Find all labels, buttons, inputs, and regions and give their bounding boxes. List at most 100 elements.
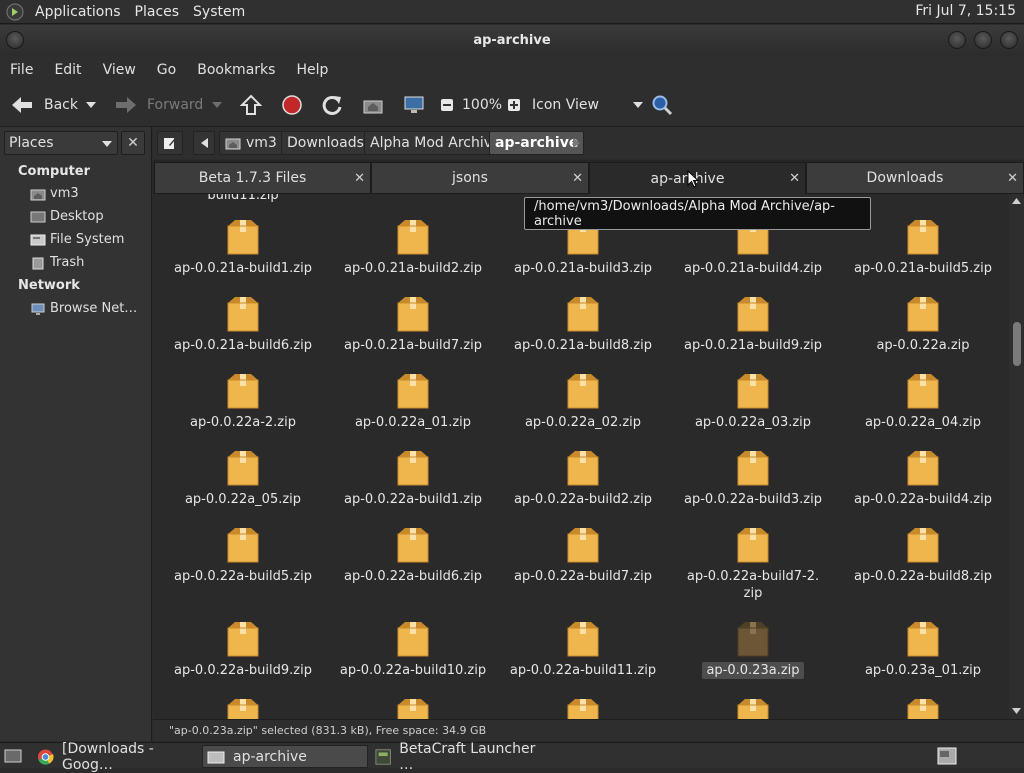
- scroll-up-arrow-icon[interactable]: [1012, 198, 1021, 204]
- crumb-alpha-mod-archive[interactable]: Alpha Mod Archive: [364, 131, 507, 155]
- tab-downloads[interactable]: Downloads ✕: [806, 162, 1024, 194]
- file-item[interactable]: ap-0.0.21a-build6.zip: [158, 295, 328, 354]
- gnome-foot-icon[interactable]: [6, 3, 24, 21]
- file-item-partial[interactable]: [838, 697, 1008, 719]
- file-item[interactable]: ap-0.0.23a_01.zip: [838, 620, 1008, 679]
- menu-bookmarks[interactable]: Bookmarks: [187, 62, 286, 78]
- clock[interactable]: Fri Jul 7, 15:15: [915, 3, 1016, 19]
- file-item[interactable]: ap-0.0.22a-build5.zip: [158, 526, 328, 585]
- taskbar-item-ap-archive[interactable]: ap-archive: [202, 745, 368, 768]
- maximize-button[interactable]: [974, 31, 992, 49]
- icon-view[interactable]: build11.zip ap-0.0.21a-build1.zip ap-0.0.…: [153, 194, 1009, 719]
- file-item[interactable]: ap-0.0.22a-build9.zip: [158, 620, 328, 679]
- workspace-switcher-icon[interactable]: [937, 747, 957, 765]
- scrollbar-thumb[interactable]: [1013, 322, 1021, 366]
- top-menu-places[interactable]: Places: [128, 4, 187, 20]
- file-item[interactable]: ap-0.0.22a-build8.zip: [838, 526, 1008, 585]
- file-item[interactable]: ap-0.0.22a_01.zip: [328, 372, 498, 431]
- file-item[interactable]: ap-0.0.22a-build1.zip: [328, 449, 498, 508]
- file-item-partial[interactable]: [668, 697, 838, 719]
- window-menu-button[interactable]: [6, 31, 24, 49]
- sidebar-item-vm3[interactable]: vm3: [30, 186, 79, 201]
- menu-view[interactable]: View: [93, 62, 147, 78]
- file-item[interactable]: ap-0.0.22a-build3.zip: [668, 449, 838, 508]
- archive-package-icon: [567, 528, 599, 563]
- file-item[interactable]: ap-0.0.22a-2.zip: [158, 372, 328, 431]
- zoom-in-button[interactable]: [507, 83, 521, 127]
- archive-package-icon: [737, 451, 769, 486]
- side-pane-select[interactable]: Places: [4, 131, 118, 155]
- reload-button[interactable]: [321, 83, 343, 127]
- computer-button[interactable]: [403, 83, 425, 127]
- close-window-button[interactable]: [1000, 31, 1018, 49]
- back-button[interactable]: Back: [10, 83, 78, 127]
- minimize-button[interactable]: [948, 31, 966, 49]
- path-scroll-left-button[interactable]: [193, 131, 215, 155]
- file-item-partial[interactable]: build11.zip: [158, 194, 328, 204]
- menu-go[interactable]: Go: [147, 62, 187, 78]
- view-mode-select[interactable]: Icon View: [532, 83, 643, 127]
- file-item-partial[interactable]: [498, 697, 668, 719]
- file-item[interactable]: ap-0.0.22a-build6.zip: [328, 526, 498, 585]
- chevron-down-icon: [86, 102, 96, 108]
- crumb-vm3[interactable]: vm3: [219, 131, 283, 155]
- tab-beta-files[interactable]: Beta 1.7.3 Files ✕: [154, 162, 371, 194]
- sidebar-item-browse-network[interactable]: Browse Net…: [30, 301, 137, 316]
- file-item[interactable]: ap-0.0.22a.zip: [838, 295, 1008, 354]
- file-item[interactable]: ap-0.0.21a-build2.zip: [328, 218, 498, 277]
- menu-help[interactable]: Help: [286, 62, 339, 78]
- sidebar-item-trash[interactable]: Trash: [30, 255, 84, 270]
- menu-edit[interactable]: Edit: [44, 62, 92, 78]
- sidebar-item-file-system[interactable]: File System: [30, 232, 124, 247]
- path-scroll-right-button[interactable]: [567, 131, 585, 155]
- show-desktop-icon[interactable]: [4, 749, 22, 763]
- sidebar-item-desktop[interactable]: Desktop: [30, 209, 104, 224]
- top-menu-applications[interactable]: Applications: [28, 4, 128, 20]
- close-tab-icon[interactable]: ✕: [789, 171, 800, 186]
- taskbar-item-chrome[interactable]: [Downloads - Goog…: [33, 741, 201, 773]
- file-item[interactable]: ap-0.0.22a-build10.zip: [328, 620, 498, 679]
- scroll-down-arrow-icon[interactable]: [1012, 708, 1021, 714]
- file-item[interactable]: ap-0.0.22a-build7-2. zip: [668, 526, 838, 602]
- file-item-partial[interactable]: [158, 697, 328, 719]
- close-tab-icon[interactable]: ✕: [1007, 171, 1018, 186]
- file-item[interactable]: ap-0.0.21a-build9.zip: [668, 295, 838, 354]
- taskbar-item-betacraft[interactable]: BetaCraft Launcher …: [371, 741, 539, 773]
- file-item-partial[interactable]: [328, 697, 498, 719]
- tab-jsons[interactable]: jsons ✕: [371, 162, 589, 194]
- file-item[interactable]: ap-0.0.22a-build11.zip: [498, 620, 668, 679]
- file-item[interactable]: ap-0.0.22a_05.zip: [158, 449, 328, 508]
- window-titlebar[interactable]: ap-archive: [0, 25, 1024, 56]
- file-item[interactable]: ap-0.0.21a-build1.zip: [158, 218, 328, 277]
- toggle-location-entry-button[interactable]: [157, 131, 183, 155]
- zoom-level[interactable]: 100%: [462, 83, 502, 127]
- archive-package-icon: [567, 699, 599, 719]
- close-tab-icon[interactable]: ✕: [572, 171, 583, 186]
- file-item[interactable]: ap-0.0.22a-build4.zip: [838, 449, 1008, 508]
- archive-package-icon: [227, 699, 259, 719]
- file-item[interactable]: ap-0.0.22a_02.zip: [498, 372, 668, 431]
- file-name: ap-0.0.21a-build1.zip: [174, 261, 312, 276]
- stop-button[interactable]: [281, 83, 303, 127]
- file-item[interactable]: ap-0.0.21a-build7.zip: [328, 295, 498, 354]
- zoom-out-button[interactable]: [440, 83, 454, 127]
- search-button[interactable]: [651, 83, 673, 127]
- file-item[interactable]: ap-0.0.22a_03.zip: [668, 372, 838, 431]
- crumb-downloads[interactable]: Downloads: [281, 131, 370, 155]
- file-item[interactable]: ap-0.0.23a.zip: [668, 620, 838, 679]
- back-history-dropdown[interactable]: [86, 83, 96, 127]
- file-item[interactable]: ap-0.0.21a-build8.zip: [498, 295, 668, 354]
- menu-file[interactable]: File: [0, 62, 44, 78]
- home-button[interactable]: [362, 83, 384, 127]
- file-name: ap-0.0.22a-build7-2. zip: [686, 569, 820, 601]
- close-tab-icon[interactable]: ✕: [354, 171, 365, 186]
- top-menu-system[interactable]: System: [186, 4, 252, 20]
- forward-button[interactable]: Forward: [114, 83, 203, 127]
- up-button[interactable]: [240, 83, 262, 127]
- forward-history-dropdown[interactable]: [212, 83, 222, 127]
- file-item[interactable]: ap-0.0.22a-build2.zip: [498, 449, 668, 508]
- close-side-pane-button[interactable]: ✕: [121, 131, 145, 155]
- vertical-scrollbar[interactable]: [1009, 194, 1024, 719]
- file-item[interactable]: ap-0.0.22a_04.zip: [838, 372, 1008, 431]
- file-item[interactable]: ap-0.0.22a-build7.zip: [498, 526, 668, 585]
